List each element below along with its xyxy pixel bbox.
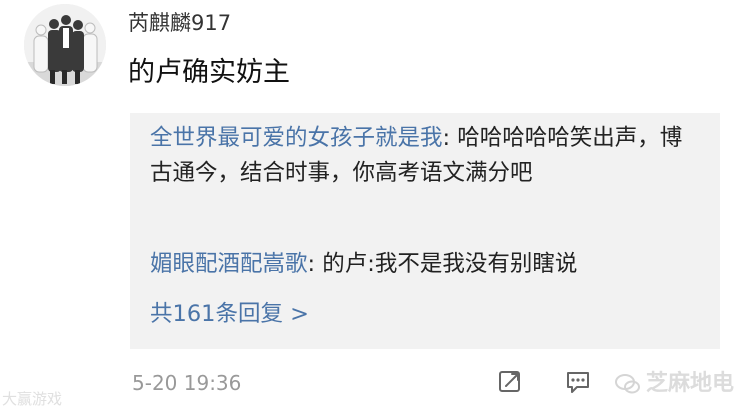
avatar[interactable] [24, 4, 106, 86]
comment-text: 的卢确实妨主 [128, 57, 290, 88]
watermark-left: 大赢游戏 [2, 388, 62, 410]
reply-author[interactable]: 全世界最可爱的女孩子就是我 [150, 125, 443, 151]
reply-box[interactable]: 全世界最可爱的女孩子就是我: 哈哈哈哈哈笑出声，博古通今，结合时事，你高考语文满… [130, 113, 720, 349]
reply-separator: : [307, 251, 323, 277]
watermark-left-text: 大赢游戏 [2, 390, 63, 408]
reply-item[interactable]: 全世界最可爱的女孩子就是我: 哈哈哈哈哈笑出声，博古通今，结合时事，你高考语文满… [150, 121, 690, 191]
timestamp: 5-20 19:36 [132, 371, 242, 395]
reply-author[interactable]: 媚眼配酒配嵩歌 [150, 251, 308, 277]
share-icon[interactable] [496, 368, 524, 396]
wechat-icon [615, 374, 640, 394]
comment-screen: 芮麒麟917 的卢确实妨主 全世界最可爱的女孩子就是我: 哈哈哈哈哈笑出声，博古… [0, 0, 752, 414]
reply-text: 的卢:我不是我没有别瞎说 [322, 251, 578, 277]
group-photo-icon [24, 4, 106, 86]
watermark-right: 芝麻地电 [614, 366, 734, 402]
watermark-right-text: 芝麻地电 [646, 371, 735, 396]
reply-separator: : [442, 125, 458, 151]
comment-icon[interactable] [564, 368, 592, 396]
username[interactable]: 芮麒麟917 [128, 8, 231, 38]
more-replies-link[interactable]: 共161条回复 > [150, 297, 309, 332]
reply-item[interactable]: 媚眼配酒配嵩歌: 的卢:我不是我没有别瞎说 [150, 247, 690, 282]
